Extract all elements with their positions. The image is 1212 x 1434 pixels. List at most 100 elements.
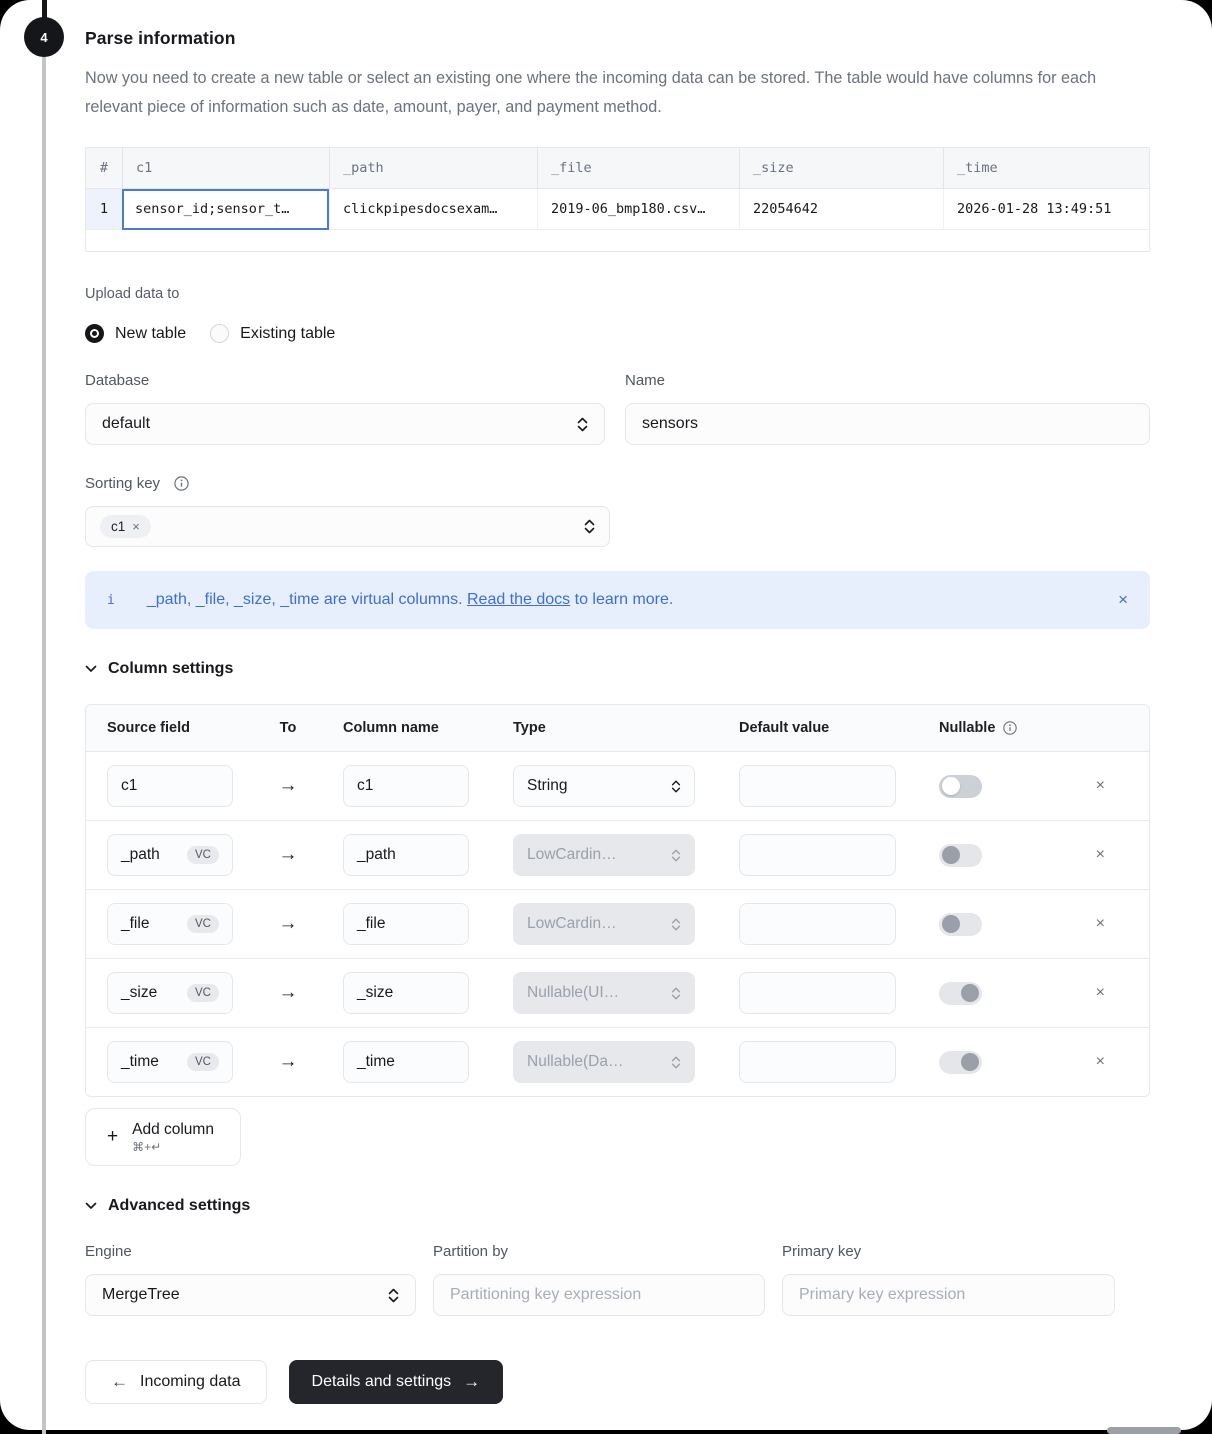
arrow-right-icon: → — [463, 1372, 480, 1392]
chevron-updown-icon — [671, 849, 681, 862]
add-column-button[interactable]: + Add column ⌘+↵ — [85, 1108, 241, 1166]
sorting-key-chip: c1 × — [100, 515, 151, 538]
remove-column-icon[interactable]: × — [1096, 777, 1105, 795]
arrow-right-icon: → — [233, 844, 343, 866]
read-the-docs-link[interactable]: Read the docs — [467, 591, 570, 608]
source-field-input[interactable]: _sizeVC — [107, 972, 233, 1014]
sorting-key-select[interactable]: c1 × — [85, 506, 610, 547]
partition-by-input[interactable]: Partitioning key expression — [433, 1274, 765, 1316]
type-select-disabled: Nullable(UI… — [513, 972, 695, 1014]
virtual-columns-banner: i _path, _file, _size, _time are virtual… — [85, 571, 1150, 629]
cell-path[interactable]: clickpipesdocsexam… — [329, 189, 537, 230]
cell-file[interactable]: 2019-06_bmp180.csv… — [537, 189, 739, 230]
chevron-updown-icon — [577, 417, 588, 432]
column-name-input[interactable]: _time — [343, 1041, 469, 1083]
column-row-time: _timeVC → _time Nullable(Da… × — [86, 1027, 1149, 1096]
step-number-badge: 4 — [24, 17, 64, 57]
table-name-input[interactable]: sensors — [625, 403, 1150, 445]
cell-time[interactable]: 2026-01-28 13:49:51 — [943, 189, 1149, 230]
preview-col-c1: c1 — [122, 148, 329, 189]
default-value-input[interactable] — [739, 834, 896, 876]
preview-header-row: # c1 _path _file _size _time — [86, 148, 1149, 189]
details-and-settings-label: Details and settings — [312, 1373, 452, 1391]
radio-existing-table-label: Existing table — [240, 325, 335, 343]
column-settings-title: Column settings — [108, 660, 233, 678]
data-preview-table: # c1 _path _file _size _time 1 sensor_id… — [85, 147, 1150, 252]
cell-c1-selected[interactable]: sensor_id;sensor_t… — [122, 189, 329, 230]
source-field-input[interactable]: c1 — [107, 765, 233, 807]
banner-close-icon[interactable]: × — [1118, 590, 1128, 610]
sorting-key-chip-label: c1 — [111, 519, 125, 534]
preview-col-time: _time — [943, 148, 1149, 189]
remove-column-icon[interactable]: × — [1096, 846, 1105, 864]
radio-new-table[interactable]: New table — [85, 324, 186, 343]
nullable-toggle-disabled — [939, 913, 982, 936]
radio-existing-table[interactable]: Existing table — [210, 324, 335, 343]
chevron-updown-icon — [671, 987, 681, 1000]
primary-key-input[interactable]: Primary key expression — [782, 1274, 1115, 1316]
default-value-input[interactable] — [739, 765, 896, 807]
remove-column-icon[interactable]: × — [1096, 1053, 1105, 1071]
virtual-column-badge: VC — [187, 1053, 219, 1071]
header-column-name: Column name — [343, 720, 469, 736]
scrollbar-sliver[interactable] — [1107, 1427, 1181, 1434]
row-number-cell: 1 — [86, 189, 122, 230]
nullable-toggle-disabled — [939, 982, 982, 1005]
nullable-toggle[interactable] — [939, 775, 982, 798]
default-value-input[interactable] — [739, 903, 896, 945]
nullable-toggle-disabled — [939, 844, 982, 867]
header-nullable: Nullable — [939, 720, 995, 736]
chevron-updown-icon — [671, 1056, 681, 1069]
incoming-data-button[interactable]: ← Incoming data — [85, 1360, 267, 1404]
partition-by-label: Partition by — [433, 1243, 765, 1260]
page-title: Parse information — [85, 28, 1150, 49]
type-select[interactable]: String — [513, 765, 695, 807]
source-field-input[interactable]: _fileVC — [107, 903, 233, 945]
arrow-right-icon: → — [233, 982, 343, 1004]
default-value-input[interactable] — [739, 972, 896, 1014]
banner-info-icon: i — [107, 593, 115, 608]
radio-new-table-label: New table — [115, 325, 186, 343]
header-to: To — [233, 720, 343, 736]
engine-label: Engine — [85, 1243, 416, 1260]
database-label: Database — [85, 372, 605, 389]
radio-selected-icon — [85, 324, 104, 343]
virtual-column-badge: VC — [187, 915, 219, 933]
header-type: Type — [513, 720, 695, 736]
primary-key-placeholder: Primary key expression — [799, 1286, 965, 1304]
source-field-input[interactable]: _timeVC — [107, 1041, 233, 1083]
preview-table-filler — [86, 230, 1149, 251]
column-name-input[interactable]: _path — [343, 834, 469, 876]
nullable-toggle-disabled — [939, 1051, 982, 1074]
advanced-settings-title: Advanced settings — [108, 1197, 250, 1215]
add-column-shortcut: ⌘+↵ — [132, 1140, 161, 1154]
type-select-disabled: LowCardin… — [513, 834, 695, 876]
source-field-input[interactable]: _pathVC — [107, 834, 233, 876]
cell-size[interactable]: 22054642 — [739, 189, 943, 230]
column-name-input[interactable]: _file — [343, 903, 469, 945]
banner-text: _path, _file, _size, _time are virtual c… — [147, 591, 674, 609]
column-settings-toggle[interactable]: Column settings — [85, 660, 1150, 678]
advanced-settings-toggle[interactable]: Advanced settings — [85, 1197, 1150, 1215]
partition-by-placeholder: Partitioning key expression — [450, 1286, 641, 1304]
details-and-settings-button[interactable]: Details and settings → — [289, 1360, 504, 1404]
default-value-input[interactable] — [739, 1041, 896, 1083]
primary-key-label: Primary key — [782, 1243, 1115, 1260]
preview-col-index: # — [86, 148, 122, 189]
remove-column-icon[interactable]: × — [1096, 915, 1105, 933]
info-icon[interactable] — [174, 476, 189, 491]
column-name-input[interactable]: c1 — [343, 765, 469, 807]
chip-remove-icon[interactable]: × — [132, 519, 140, 534]
step-description: Now you need to create a new table or se… — [85, 64, 1135, 122]
header-source-field: Source field — [107, 720, 233, 736]
column-name-input[interactable]: _size — [343, 972, 469, 1014]
plus-icon: + — [107, 1126, 118, 1148]
column-settings-table: Source field To Column name Type Default… — [85, 704, 1150, 1097]
info-icon[interactable] — [1003, 721, 1017, 735]
database-value: default — [102, 415, 150, 433]
column-settings-header: Source field To Column name Type Default… — [86, 705, 1149, 752]
incoming-data-label: Incoming data — [140, 1373, 241, 1391]
engine-select[interactable]: MergeTree — [85, 1274, 416, 1316]
database-select[interactable]: default — [85, 403, 605, 445]
remove-column-icon[interactable]: × — [1096, 984, 1105, 1002]
